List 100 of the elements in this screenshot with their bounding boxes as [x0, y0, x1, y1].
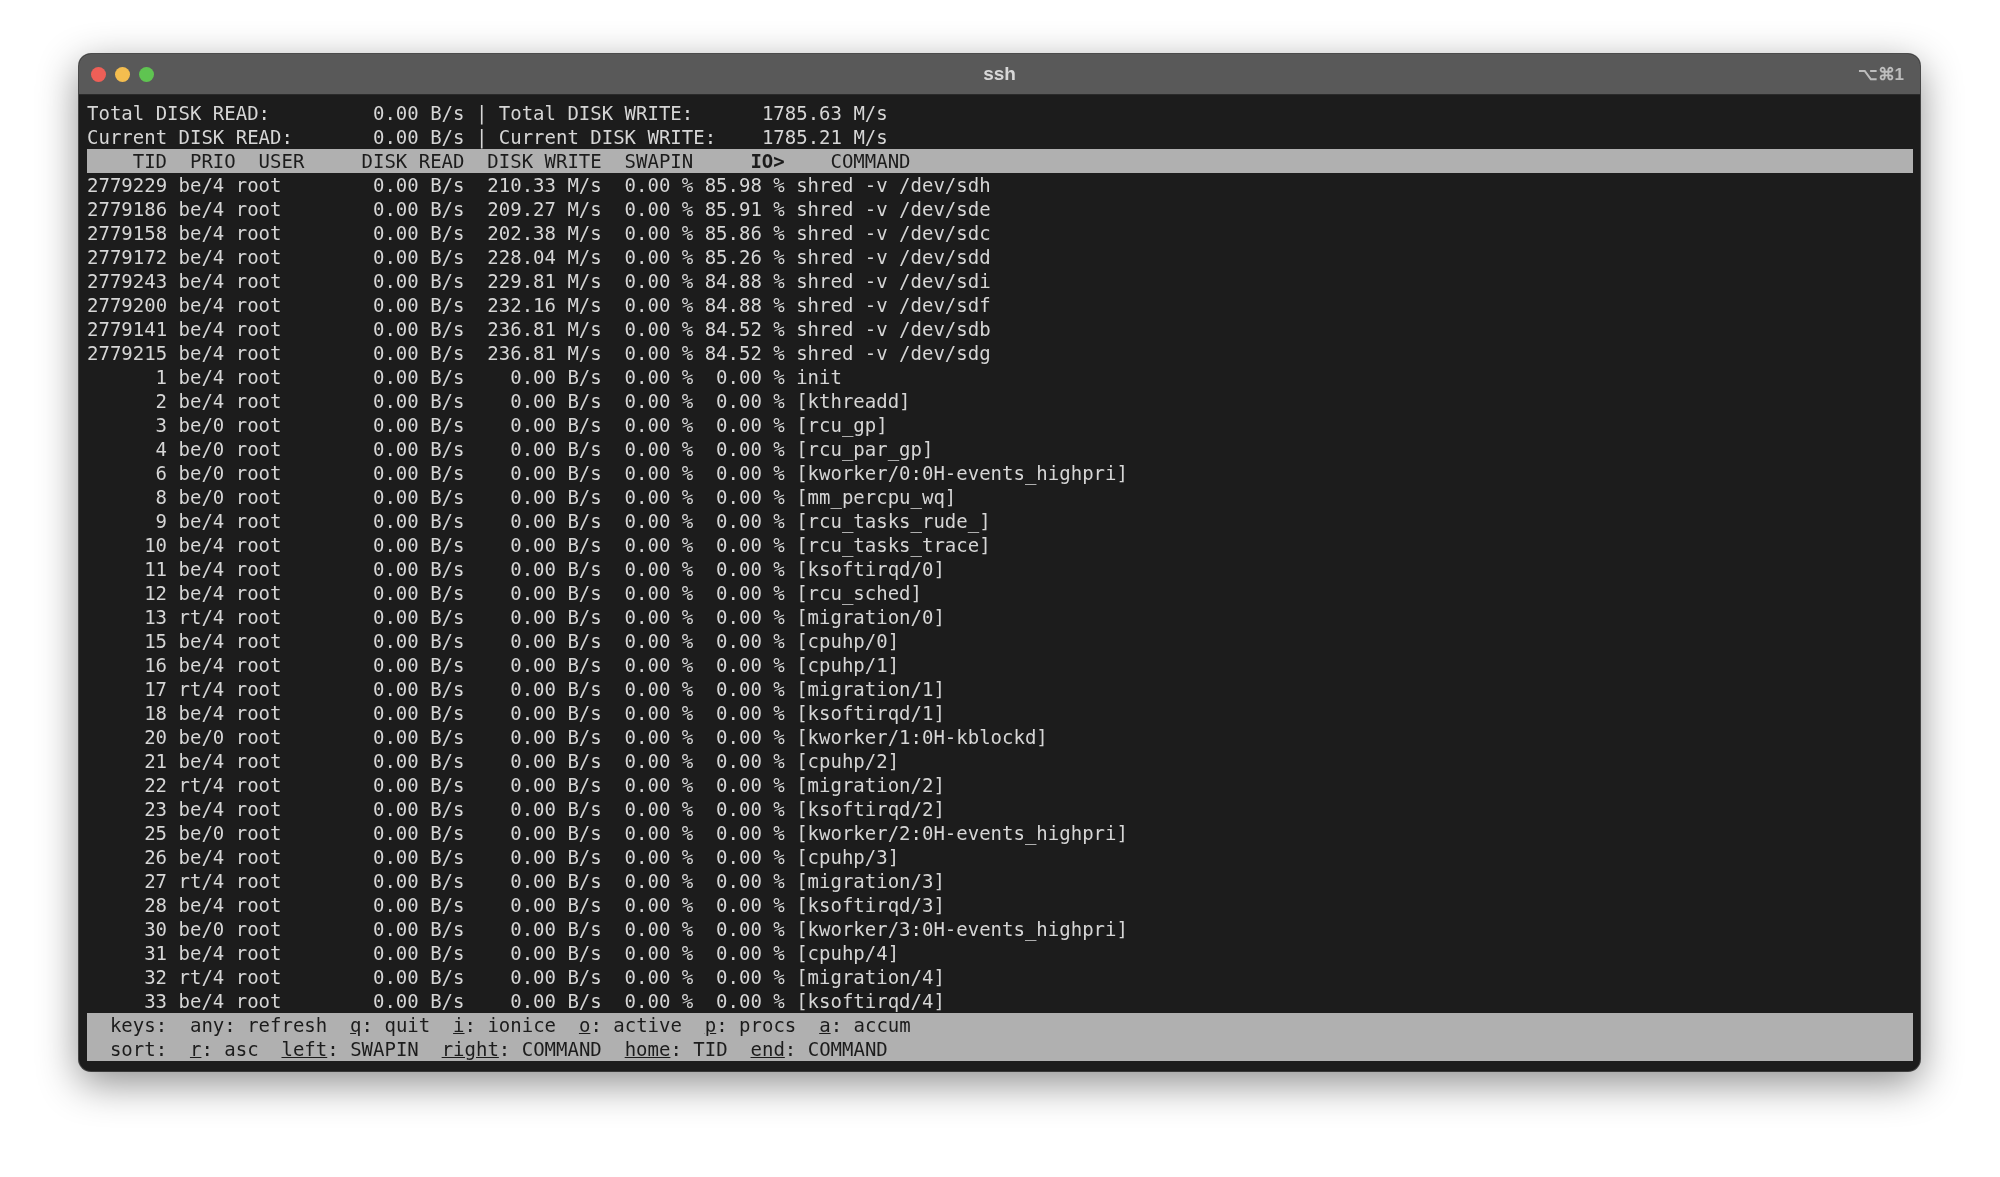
table-cell-text: root: [235, 437, 283, 461]
table-cell-text: 0.00 %: [623, 293, 694, 317]
table-cell-text: 10: [143, 533, 168, 557]
table-cell-text: 0.00 %: [623, 557, 694, 581]
table-cell-text: 0.00 %: [715, 413, 785, 437]
table-cell: rt/4: [178, 677, 225, 701]
table-cell-text: 232.16 M/s: [486, 293, 602, 317]
table-cell-text: 84.88 %: [703, 269, 785, 293]
table-cell-text: 30: [143, 917, 168, 941]
table-cell: be/0: [178, 725, 225, 749]
zoom-button[interactable]: [139, 66, 154, 82]
table-cell-text: root: [235, 989, 283, 1013]
table-cell-text: 0.00 %: [623, 605, 694, 629]
help-label: sort:: [109, 1037, 168, 1061]
table-cell-text: 0.00 %: [623, 341, 694, 365]
table-cell-text: root: [235, 941, 283, 965]
table-cell-text: 0.00 %: [715, 509, 785, 533]
table-cell: be/0: [178, 485, 225, 509]
table-cell-text: 0.00 %: [623, 245, 694, 269]
table-cell-text: 0.00 B/s: [509, 677, 602, 701]
column-header[interactable]: SWAPIN: [601, 149, 694, 173]
table-cell-text: 85.86 %: [703, 221, 785, 245]
table-cell-text: 21: [143, 749, 168, 773]
table-cell: shred -v /dev/sdh: [796, 173, 991, 197]
column-header[interactable]: USER: [258, 149, 305, 173]
table-cell-text: 0.00 B/s: [509, 965, 602, 989]
table-cell: [cpuhp/1]: [796, 653, 900, 677]
close-button[interactable]: [91, 66, 106, 82]
separator: |: [474, 125, 489, 149]
key-hint: p: procs: [704, 1013, 797, 1037]
table-cell-text: 0.00 %: [623, 485, 694, 509]
table-cell-text: 15: [143, 629, 168, 653]
table-cell-text: 236.81 M/s: [486, 341, 602, 365]
table-cell-text: 0.00 %: [623, 701, 694, 725]
table-cell-text: 0.00 %: [623, 845, 694, 869]
table-cell: be/4: [178, 533, 225, 557]
table-cell-text: 0.00 %: [623, 221, 694, 245]
table-cell: 2779141: [87, 317, 168, 341]
table-cell-text: root: [235, 845, 283, 869]
table-cell-text: 0.00 B/s: [509, 389, 602, 413]
minimize-button[interactable]: [115, 66, 130, 82]
table-cell-text: root: [235, 341, 283, 365]
table-cell-text: 0.00 %: [623, 413, 694, 437]
table-cell-text: root: [235, 557, 283, 581]
column-header[interactable]: DISK WRITE: [464, 149, 602, 173]
table-cell-text: 209.27 M/s: [486, 197, 602, 221]
table-cell-text: 0.00 B/s: [371, 965, 465, 989]
table-cell-text: 0.00 B/s: [509, 989, 602, 1013]
table-cell: 2779200: [87, 293, 168, 317]
table-cell-text: 0.00 B/s: [371, 917, 465, 941]
table-cell-text: 0.00 %: [623, 317, 694, 341]
table-cell-text: 0.00 B/s: [509, 557, 602, 581]
table-cell-text: 0.00 B/s: [371, 845, 465, 869]
table-cell: be/4: [178, 893, 225, 917]
table-cell: shred -v /dev/sdc: [796, 221, 991, 245]
table-cell-text: 0.00 %: [623, 773, 694, 797]
table-cell-text: root: [235, 461, 283, 485]
table-cell: shred -v /dev/sdi: [796, 269, 991, 293]
table-cell: be/4: [178, 557, 225, 581]
table-cell: [rcu_sched]: [796, 581, 922, 605]
table-cell-text: 17: [143, 677, 168, 701]
table-cell-text: 0.00 %: [715, 893, 785, 917]
table-cell-text: root: [235, 509, 283, 533]
table-cell-text: 0.00 B/s: [371, 389, 465, 413]
help-label: keys:: [109, 1013, 168, 1037]
table-cell-text: 0.00 B/s: [371, 653, 465, 677]
table-cell-text: 84.52 %: [703, 341, 785, 365]
table-cell: be/0: [178, 917, 225, 941]
table-cell-text: 0.00 B/s: [509, 773, 602, 797]
table-cell: [kworker/0:0H-events_highpri]: [796, 461, 1128, 485]
table-cell-text: 0.00 B/s: [509, 845, 602, 869]
table-cell: be/0: [178, 437, 225, 461]
column-header[interactable]: COMMAND: [830, 149, 911, 173]
table-cell-text: 0.00 %: [623, 821, 694, 845]
column-header[interactable]: PRIO: [189, 149, 236, 173]
column-header[interactable]: TID: [87, 149, 168, 173]
table-cell-text: 0.00 %: [623, 677, 694, 701]
table-cell-text: 0.00 %: [623, 509, 694, 533]
table-cell-text: 0.00 %: [715, 389, 785, 413]
table-cell: be/4: [178, 749, 225, 773]
table-cell-text: 0.00 B/s: [371, 221, 465, 245]
table-cell-text: 0.00 B/s: [509, 437, 602, 461]
table-cell-text: 0.00 %: [715, 629, 785, 653]
table-cell: [rcu_gp]: [796, 413, 888, 437]
table-cell: rt/4: [178, 965, 225, 989]
table-cell-text: 0.00 %: [715, 725, 785, 749]
table-cell-text: 0.00 %: [623, 197, 694, 221]
table-cell-text: root: [235, 173, 283, 197]
table-cell-text: 0.00 %: [715, 917, 785, 941]
table-cell-text: root: [235, 221, 283, 245]
table-cell-text: 0.00 %: [715, 677, 785, 701]
column-header[interactable]: IO>: [693, 149, 785, 173]
shortcut-label: ⌥⌘1: [1857, 63, 1905, 85]
table-cell-text: 23: [143, 797, 168, 821]
table-cell-text: 16: [143, 653, 168, 677]
table-cell-text: 0.00 %: [623, 749, 694, 773]
table-cell-text: 0.00 B/s: [371, 509, 465, 533]
table-cell-text: 0.00 B/s: [371, 533, 465, 557]
table-cell-text: 0.00 B/s: [371, 869, 465, 893]
column-header[interactable]: DISK READ: [304, 149, 465, 173]
